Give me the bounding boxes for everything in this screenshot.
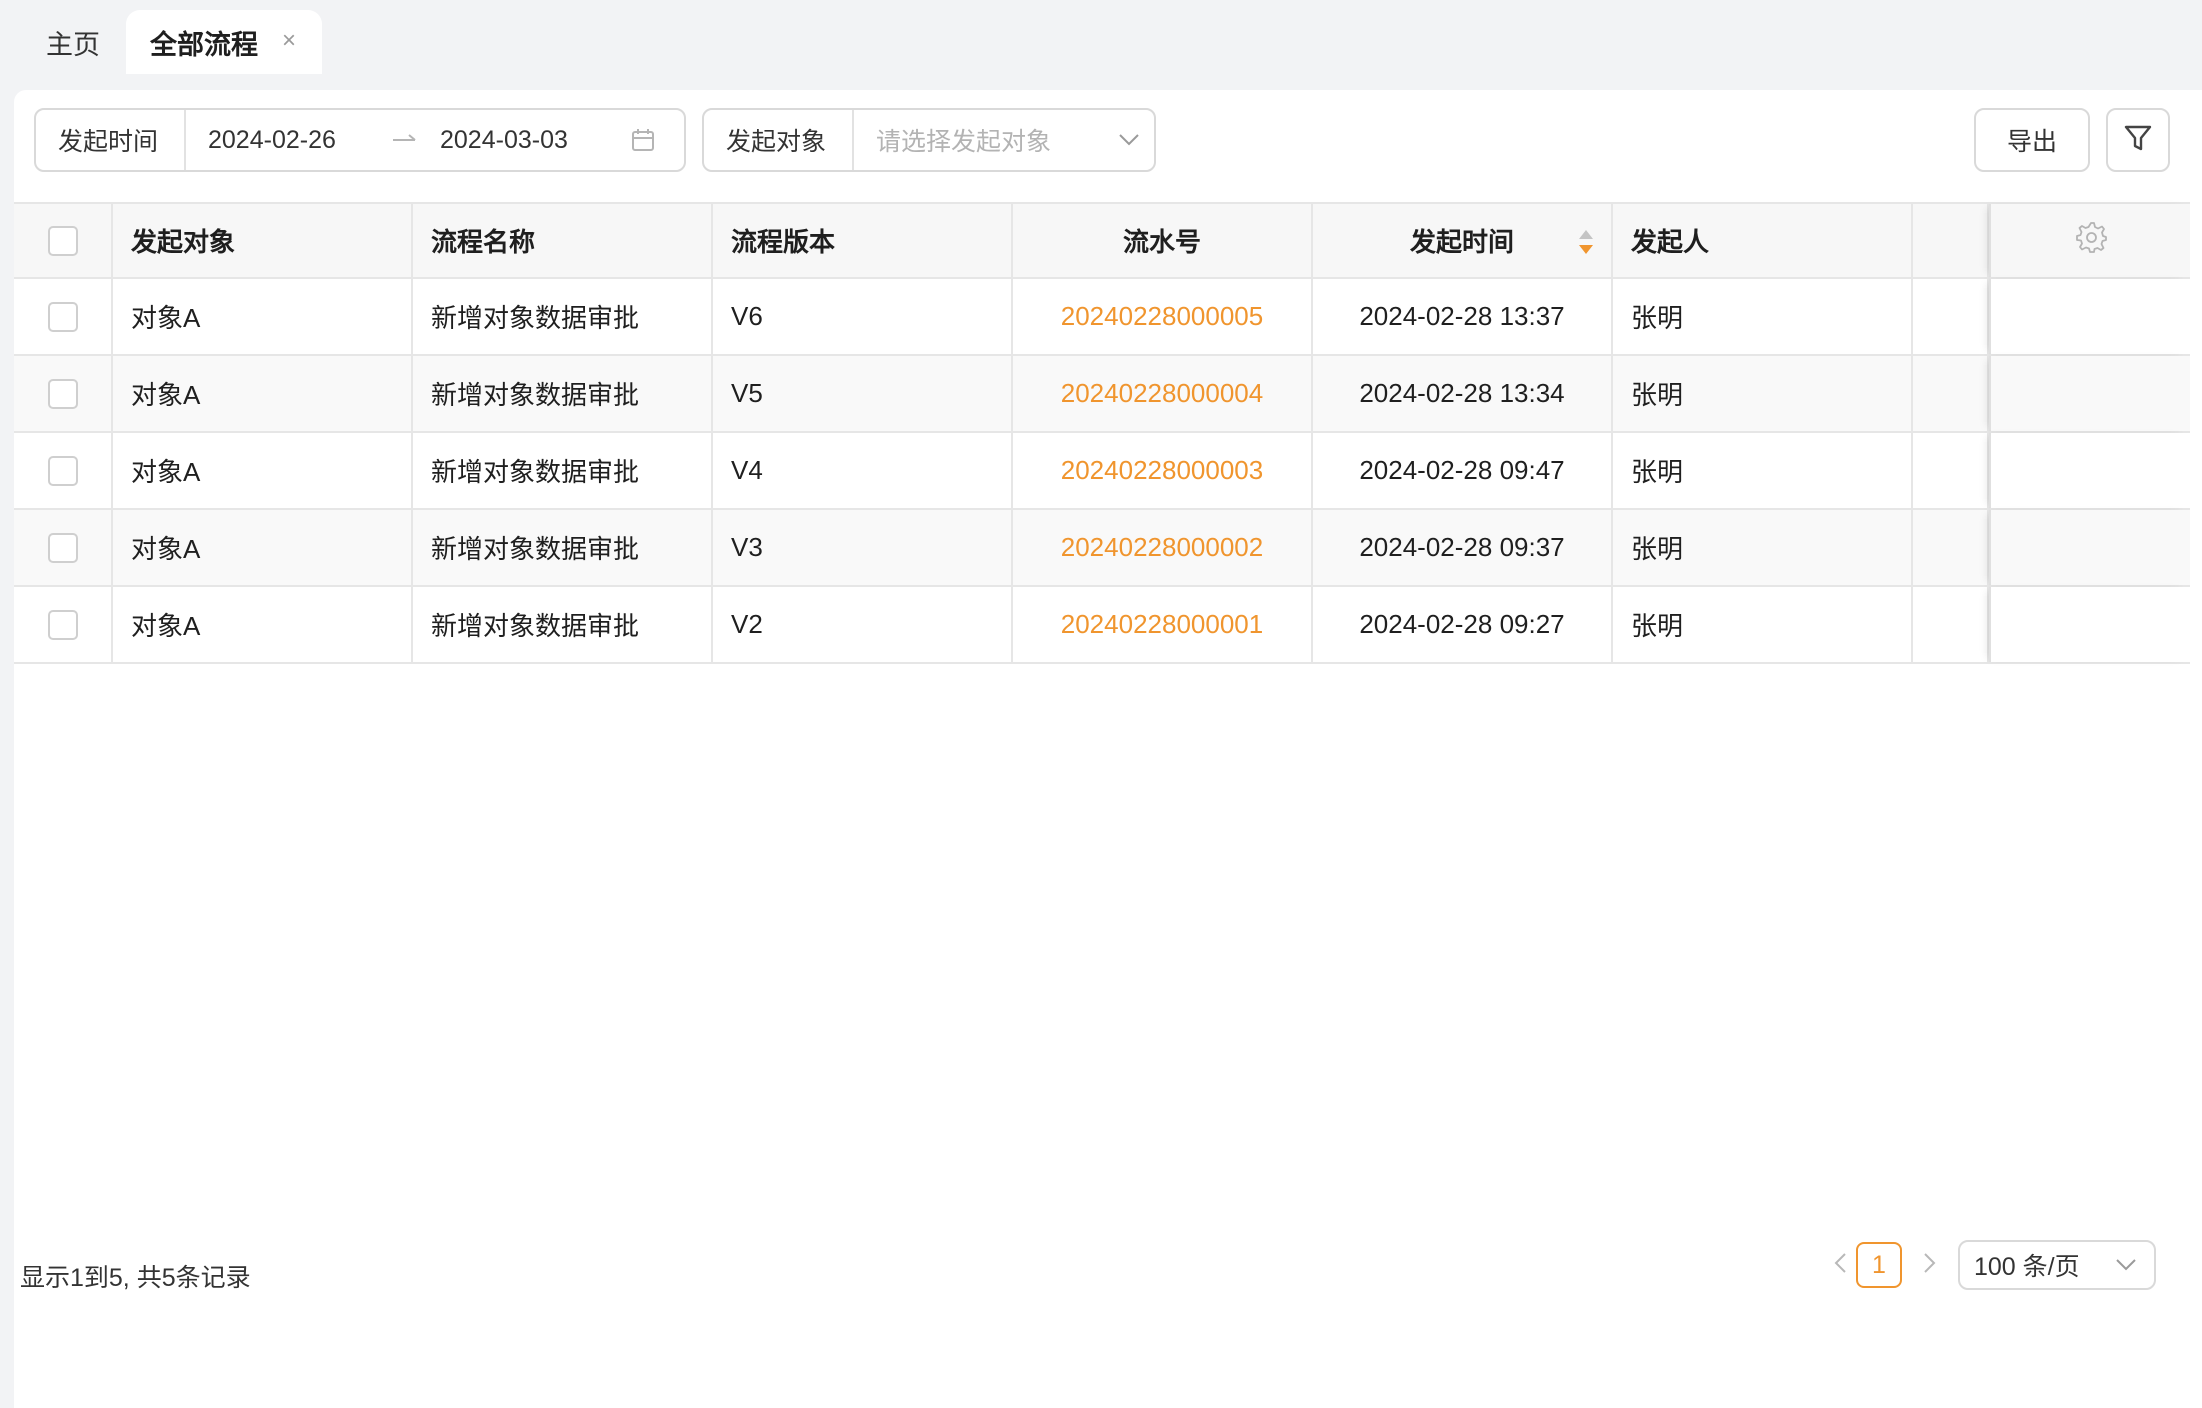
row-select-cell: [14, 433, 113, 508]
header-time[interactable]: 发起时间: [1313, 204, 1613, 277]
cell-spacer: [1913, 279, 1989, 354]
cell-time: 2024-02-28 13:37: [1313, 279, 1613, 354]
cell-actions: [1989, 356, 2190, 431]
cell-actions: [1989, 510, 2190, 585]
table-row[interactable]: 对象A 新增对象数据审批 V3 20240228000002 2024-02-2…: [14, 510, 2190, 587]
cell-target: 对象A: [113, 510, 413, 585]
process-table: 发起对象 流程名称 流程版本 流水号 发起时间 发起人 对象A 新增对象数据审批…: [14, 202, 2190, 664]
chevron-down-icon[interactable]: [1104, 110, 1154, 170]
cell-target: 对象A: [113, 587, 413, 662]
cell-serial-link[interactable]: 20240228000004: [1013, 356, 1313, 431]
time-filter-label: 发起时间: [36, 110, 186, 170]
date-end-input[interactable]: 2024-03-03: [428, 110, 618, 170]
row-select-cell: [14, 356, 113, 431]
close-icon[interactable]: ×: [278, 29, 300, 53]
tab-all-processes-label: 全部流程: [150, 29, 258, 60]
row-select-cell: [14, 510, 113, 585]
tab-all-processes[interactable]: 全部流程 ×: [126, 10, 322, 74]
main-panel: 发起时间 2024-02-26 2024-03-03 发起对象 请选择发起对象 …: [14, 90, 2202, 1408]
cell-spacer: [1913, 433, 1989, 508]
row-checkbox[interactable]: [47, 609, 78, 640]
cell-actions: [1989, 279, 2190, 354]
cell-version: V5: [713, 356, 1013, 431]
table-row[interactable]: 对象A 新增对象数据审批 V5 20240228000004 2024-02-2…: [14, 356, 2190, 433]
header-serial[interactable]: 流水号: [1013, 204, 1313, 277]
header-target[interactable]: 发起对象: [113, 204, 413, 277]
cell-actions: [1989, 587, 2190, 662]
cell-target: 对象A: [113, 433, 413, 508]
table-row[interactable]: 对象A 新增对象数据审批 V4 20240228000003 2024-02-2…: [14, 433, 2190, 510]
cell-name: 新增对象数据审批: [413, 279, 713, 354]
cell-initiator: 张明: [1613, 510, 1913, 585]
target-select[interactable]: 请选择发起对象: [854, 110, 1104, 170]
cell-serial-link[interactable]: 20240228000003: [1013, 433, 1313, 508]
row-select-cell: [14, 587, 113, 662]
tab-home-label: 主页: [46, 29, 100, 60]
cell-version: V3: [713, 510, 1013, 585]
cell-spacer: [1913, 510, 1989, 585]
page-size-select[interactable]: 100 条/页: [1958, 1240, 2156, 1290]
cell-time: 2024-02-28 13:34: [1313, 356, 1613, 431]
cell-initiator: 张明: [1613, 356, 1913, 431]
header-spacer: [1913, 204, 1989, 277]
header-initiator[interactable]: 发起人: [1613, 204, 1913, 277]
row-checkbox[interactable]: [47, 378, 78, 409]
cell-name: 新增对象数据审批: [413, 587, 713, 662]
chevron-down-icon: [2106, 1242, 2146, 1288]
calendar-icon[interactable]: [618, 110, 668, 170]
export-button[interactable]: 导出: [1974, 108, 2090, 172]
tab-bar: 主页 全部流程 ×: [0, 0, 2202, 74]
filter-icon: [2123, 123, 2153, 158]
cell-spacer: [1913, 587, 1989, 662]
column-settings-cell: [1989, 204, 2190, 277]
row-checkbox[interactable]: [47, 301, 78, 332]
date-start-input[interactable]: 2024-02-26: [186, 110, 382, 170]
filter-button[interactable]: [2106, 108, 2170, 172]
cell-time: 2024-02-28 09:37: [1313, 510, 1613, 585]
cell-serial-link[interactable]: 20240228000002: [1013, 510, 1313, 585]
cell-serial-link[interactable]: 20240228000001: [1013, 587, 1313, 662]
cell-serial-link[interactable]: 20240228000005: [1013, 279, 1313, 354]
cell-time: 2024-02-28 09:47: [1313, 433, 1613, 508]
header-time-label: 发起时间: [1409, 227, 1514, 257]
table-row[interactable]: 对象A 新增对象数据审批 V2 20240228000001 2024-02-2…: [14, 587, 2190, 664]
cell-version: V2: [713, 587, 1013, 662]
header-version[interactable]: 流程版本: [713, 204, 1013, 277]
cell-target: 对象A: [113, 279, 413, 354]
cell-initiator: 张明: [1613, 279, 1913, 354]
table-header-row: 发起对象 流程名称 流程版本 流水号 发起时间 发起人: [14, 202, 2190, 279]
tab-home[interactable]: 主页: [18, 10, 128, 74]
cell-name: 新增对象数据审批: [413, 510, 713, 585]
chevron-right-icon: [1923, 1252, 1937, 1279]
sort-icon[interactable]: [1577, 228, 1595, 263]
gear-icon[interactable]: [2075, 221, 2107, 260]
cell-actions: [1989, 433, 2190, 508]
cell-version: V4: [713, 433, 1013, 508]
prev-page-button[interactable]: [1820, 1240, 1860, 1290]
cell-initiator: 张明: [1613, 433, 1913, 508]
cell-initiator: 张明: [1613, 587, 1913, 662]
cell-name: 新增对象数据审批: [413, 356, 713, 431]
cell-spacer: [1913, 356, 1989, 431]
time-range-filter: 发起时间 2024-02-26 2024-03-03: [34, 108, 686, 172]
target-filter: 发起对象 请选择发起对象: [702, 108, 1156, 172]
row-select-cell: [14, 279, 113, 354]
select-all-checkbox[interactable]: [47, 225, 78, 256]
page-number-button[interactable]: 1: [1856, 1242, 1902, 1288]
record-summary: 显示1到5, 共5条记录: [20, 1264, 251, 1292]
row-checkbox[interactable]: [47, 455, 78, 486]
chevron-left-icon: [1833, 1252, 1847, 1279]
cell-version: V6: [713, 279, 1013, 354]
cell-name: 新增对象数据审批: [413, 433, 713, 508]
page-size-value: 100 条/页: [1974, 1253, 2080, 1281]
header-name[interactable]: 流程名称: [413, 204, 713, 277]
select-all-cell: [14, 204, 113, 277]
next-page-button[interactable]: [1910, 1240, 1950, 1290]
row-checkbox[interactable]: [47, 532, 78, 563]
cell-time: 2024-02-28 09:27: [1313, 587, 1613, 662]
target-filter-label: 发起对象: [704, 110, 854, 170]
table-row[interactable]: 对象A 新增对象数据审批 V6 20240228000005 2024-02-2…: [14, 279, 2190, 356]
arrow-right-icon: [382, 110, 428, 170]
cell-target: 对象A: [113, 356, 413, 431]
